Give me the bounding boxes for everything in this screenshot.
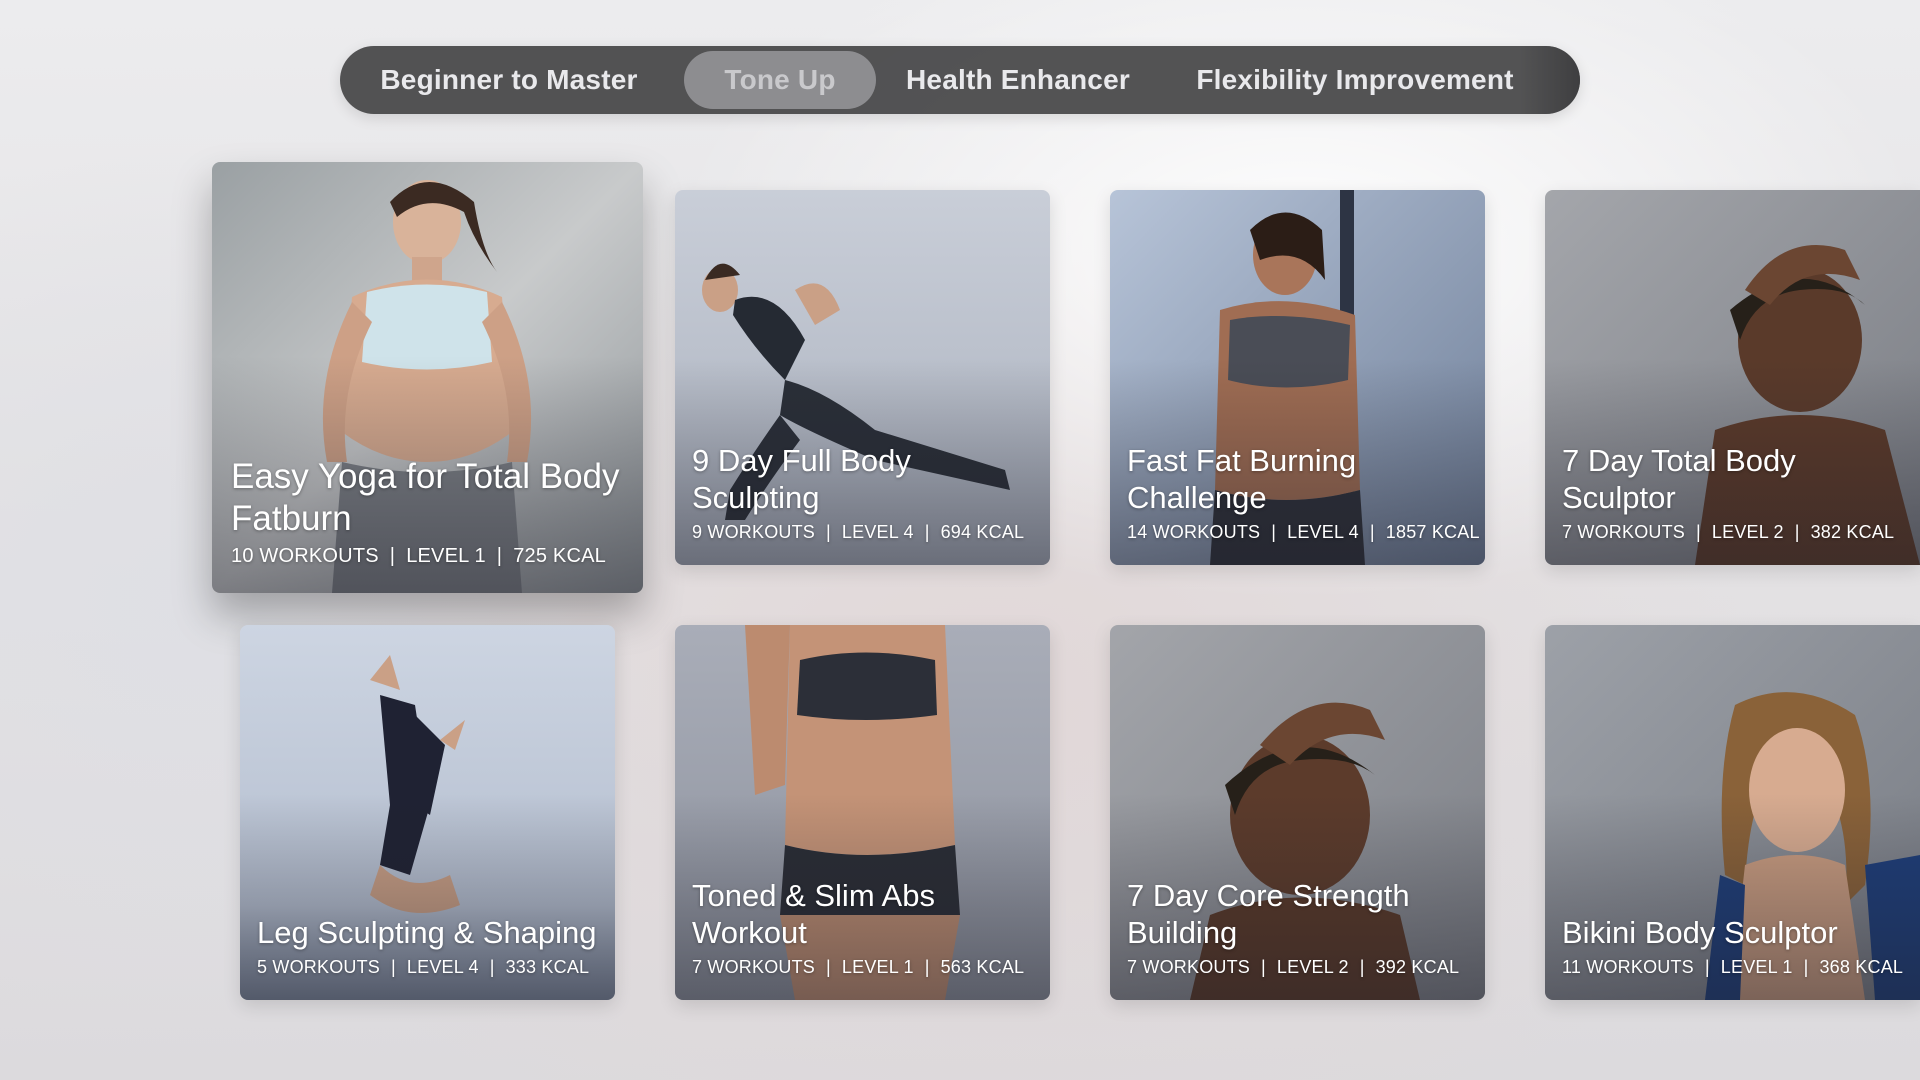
program-title: 9 Day Full Body Sculpting [692, 443, 911, 515]
level: LEVEL 2 [1711, 522, 1784, 542]
program-title: Bikini Body Sculptor [1562, 915, 1838, 950]
meta-separator: | [391, 957, 396, 977]
meta-separator: | [924, 957, 930, 977]
program-info: 7 Day Total Body Sculptor 7 WORKOUTS | LEV… [1562, 442, 1908, 543]
tab-tone-up[interactable]: Tone Up [684, 51, 876, 109]
program-meta: 7 WORKOUTS | LEVEL 2 | 392 KCAL [1127, 956, 1473, 978]
meta-separator: | [496, 545, 503, 567]
tab-beginner-to-master[interactable]: Beginner to Master [378, 51, 640, 109]
level: LEVEL 2 [1276, 957, 1349, 977]
level: LEVEL 1 [406, 545, 486, 567]
meta-separator: | [1696, 522, 1701, 542]
program-meta: 7 WORKOUTS | LEVEL 2 | 382 KCAL [1562, 521, 1908, 543]
program-meta: 5 WORKOUTS | LEVEL 4 | 333 KCAL [257, 956, 603, 978]
program-info: Leg Sculpting & Shaping 5 WORKOUTS | LEVEL… [257, 914, 603, 978]
program-title: Fast Fat Burning Challenge [1127, 443, 1357, 515]
program-title: Leg Sculpting & Shaping [257, 915, 597, 950]
calories: 563 KCAL [940, 957, 1025, 977]
tab-flexibility-improvement[interactable]: Flexibility Improvement [1190, 51, 1520, 109]
program-meta: 10 WORKOUTS | LEVEL 1 | 725 KCAL [231, 545, 631, 567]
program-info: 9 Day Full Body Sculpting 9 WORKOUTS | LEV… [692, 442, 1038, 543]
meta-separator: | [826, 957, 831, 977]
calories: 368 KCAL [1819, 957, 1904, 977]
meta-separator: | [389, 545, 396, 567]
program-meta: 14 WORKOUTS | LEVEL 4 | 1857 KCAL [1127, 521, 1479, 543]
program-info: Toned & Slim Abs Workout 7 WORKOUTS | LEVE… [692, 877, 1038, 978]
meta-separator: | [1369, 522, 1375, 542]
program-title: Toned & Slim Abs Workout [692, 878, 935, 950]
program-card[interactable]: Leg Sculpting & Shaping 5 WORKOUTS | LEVEL… [240, 625, 615, 1000]
meta-separator: | [1271, 522, 1277, 542]
calories: 1857 KCAL [1385, 522, 1480, 542]
program-card[interactable]: Fast Fat Burning Challenge 14 WORKOUTS | L… [1110, 190, 1485, 565]
program-card[interactable]: 7 Day Total Body Sculptor 7 WORKOUTS | LEV… [1545, 190, 1920, 565]
program-info: Easy Yoga for Total Body Fatburn 10 WORK… [231, 456, 631, 567]
program-info: Bikini Body Sculptor 11 WORKOUTS | LEVEL 1… [1562, 914, 1908, 978]
program-card[interactable]: Toned & Slim Abs Workout 7 WORKOUTS | LEVE… [675, 625, 1050, 1000]
level: LEVEL 1 [1720, 957, 1793, 977]
workout-count: 10 WORKOUTS [231, 545, 379, 567]
workout-count: 7 WORKOUTS [692, 957, 816, 977]
level: LEVEL 4 [1287, 522, 1359, 542]
meta-separator: | [1794, 522, 1800, 542]
level: LEVEL 1 [841, 957, 914, 977]
meta-separator: | [1261, 957, 1266, 977]
workout-count: 11 WORKOUTS [1562, 957, 1694, 977]
program-meta: 7 WORKOUTS | LEVEL 1 | 563 KCAL [692, 956, 1038, 978]
meta-separator: | [1704, 957, 1710, 977]
level: LEVEL 4 [406, 957, 479, 977]
program-card[interactable]: 7 Day Core Strength Building 7 WORKOUTS |… [1110, 625, 1485, 1000]
calories: 725 KCAL [513, 545, 606, 567]
workout-count: 7 WORKOUTS [1127, 957, 1251, 977]
meta-separator: | [489, 957, 495, 977]
program-title: Easy Yoga for Total Body Fatburn [231, 457, 620, 538]
workout-count: 14 WORKOUTS [1127, 522, 1261, 542]
program-card[interactable]: 9 Day Full Body Sculpting 9 WORKOUTS | LEV… [675, 190, 1050, 565]
level: LEVEL 4 [841, 522, 914, 542]
program-meta: 11 WORKOUTS | LEVEL 1 | 368 KCAL [1562, 956, 1908, 978]
program-title: 7 Day Core Strength Building [1127, 878, 1410, 950]
calories: 333 KCAL [505, 957, 590, 977]
program-card[interactable]: Easy Yoga for Total Body Fatburn 10 WORK… [212, 162, 643, 593]
calories: 382 KCAL [1810, 522, 1895, 542]
meta-separator: | [826, 522, 831, 542]
program-meta: 9 WORKOUTS | LEVEL 4 | 694 KCAL [692, 521, 1038, 543]
program-title: 7 Day Total Body Sculptor [1562, 443, 1796, 515]
program-info: Fast Fat Burning Challenge 14 WORKOUTS | L… [1127, 442, 1479, 543]
category-tab-bar: Beginner to Master Tone Up Health Enhanc… [340, 46, 1580, 114]
workout-count: 5 WORKOUTS [257, 957, 381, 977]
workout-count: 7 WORKOUTS [1562, 522, 1686, 542]
calories: 694 KCAL [940, 522, 1025, 542]
program-card[interactable]: Bikini Body Sculptor 11 WORKOUTS | LEVEL 1… [1545, 625, 1920, 1000]
workout-count: 9 WORKOUTS [692, 522, 816, 542]
meta-separator: | [924, 522, 930, 542]
meta-separator: | [1359, 957, 1365, 977]
meta-separator: | [1803, 957, 1809, 977]
tab-health-enhancer[interactable]: Health Enhancer [906, 51, 1130, 109]
tab-bar-fade [1520, 46, 1580, 114]
program-info: 7 Day Core Strength Building 7 WORKOUTS |… [1127, 877, 1473, 978]
calories: 392 KCAL [1375, 957, 1460, 977]
